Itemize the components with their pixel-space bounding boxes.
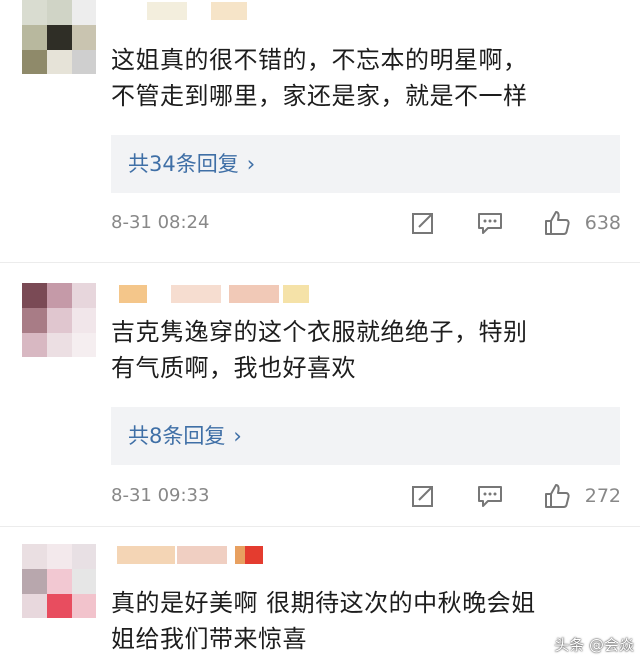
avatar-pixel	[22, 25, 47, 50]
avatar-pixel	[22, 50, 47, 74]
name-blur-block	[171, 285, 221, 303]
avatar-pixel	[47, 569, 72, 594]
comment-text: 真的是好美啊 很期待这次的中秋晚会姐 姐给我们带来惊喜	[111, 585, 621, 657]
comment-text: 这姐真的很不错的，不忘本的明星啊， 不管走到哪里，家还是家，就是不一样	[111, 42, 621, 114]
avatar-pixel	[22, 569, 47, 594]
replies-label: 共8条回复	[128, 424, 226, 448]
username-blurred[interactable]	[111, 546, 271, 564]
name-blur-block	[235, 546, 245, 564]
comment-text-line: 吉克隽逸穿的这个衣服就绝绝子，特别	[111, 318, 528, 346]
avatar-pixel	[22, 333, 47, 357]
avatar-pixel	[22, 283, 47, 308]
avatar-pixel	[72, 594, 96, 618]
avatar[interactable]	[22, 544, 96, 618]
avatar-pixel	[47, 333, 72, 357]
avatar-pixel	[47, 283, 72, 308]
comment-text-line: 真的是好美啊 很期待这次的中秋晚会姐	[111, 589, 536, 617]
avatar-pixel	[47, 594, 72, 618]
comment-text-line: 这姐真的很不错的，不忘本的明星啊，	[111, 46, 528, 74]
name-blur-block	[119, 285, 147, 303]
comment-meta: 8-31 08:24 638	[111, 208, 621, 238]
divider	[0, 262, 640, 263]
like-icon[interactable]	[543, 209, 571, 237]
name-blur-block	[283, 285, 309, 303]
chevron-right-icon: ›	[233, 424, 242, 448]
chevron-right-icon: ›	[246, 152, 256, 176]
view-replies-button[interactable]: 共34条回复 ›	[111, 135, 620, 193]
avatar-pixel	[72, 0, 96, 25]
avatar-pixel	[47, 544, 72, 569]
watermark: 头条 @会焱	[554, 636, 634, 654]
view-replies-button[interactable]: 共8条回复 ›	[111, 407, 620, 465]
name-blur-block	[245, 546, 263, 564]
avatar-pixel	[72, 544, 96, 569]
avatar-pixel	[47, 308, 72, 333]
avatar-pixel	[22, 594, 47, 618]
username-blurred[interactable]	[111, 285, 311, 303]
avatar-pixel	[72, 25, 96, 50]
avatar-pixel	[72, 308, 96, 333]
like-icon[interactable]	[543, 482, 571, 510]
avatar-pixel	[47, 50, 72, 74]
avatar-pixel	[47, 0, 72, 25]
comment-text: 吉克隽逸穿的这个衣服就绝绝子，特别 有气质啊，我也好喜欢	[111, 314, 621, 386]
name-blur-block	[177, 546, 227, 564]
avatar[interactable]	[22, 283, 96, 357]
share-icon[interactable]	[409, 482, 437, 510]
name-blur-block	[211, 2, 247, 20]
avatar-pixel	[72, 333, 96, 357]
avatar-pixel	[22, 308, 47, 333]
name-blur-block	[229, 285, 279, 303]
comment-icon[interactable]	[476, 209, 504, 237]
comment-date: 8-31 08:24	[111, 212, 210, 233]
name-blur-block	[147, 2, 187, 20]
avatar-pixel	[72, 569, 96, 594]
replies-label: 共34条回复	[128, 152, 239, 176]
name-blur-block	[117, 546, 175, 564]
divider	[0, 526, 640, 527]
comment-date: 8-31 09:33	[111, 485, 210, 506]
avatar-pixel	[72, 50, 96, 74]
like-count: 272	[584, 485, 621, 507]
avatar-pixel	[47, 25, 72, 50]
avatar[interactable]	[22, 0, 96, 74]
avatar-pixel	[22, 544, 47, 569]
username-blurred[interactable]	[111, 2, 251, 20]
comment-text-line: 不管走到哪里，家还是家，就是不一样	[111, 82, 528, 110]
comment-meta: 8-31 09:33 272	[111, 481, 621, 511]
avatar-pixel	[22, 0, 47, 25]
like-count: 638	[584, 212, 621, 234]
avatar-pixel	[72, 283, 96, 308]
comment-text-line: 有气质啊，我也好喜欢	[111, 354, 356, 382]
comment-icon[interactable]	[476, 482, 504, 510]
share-icon[interactable]	[409, 209, 437, 237]
comment-text-line: 姐给我们带来惊喜	[111, 625, 307, 653]
